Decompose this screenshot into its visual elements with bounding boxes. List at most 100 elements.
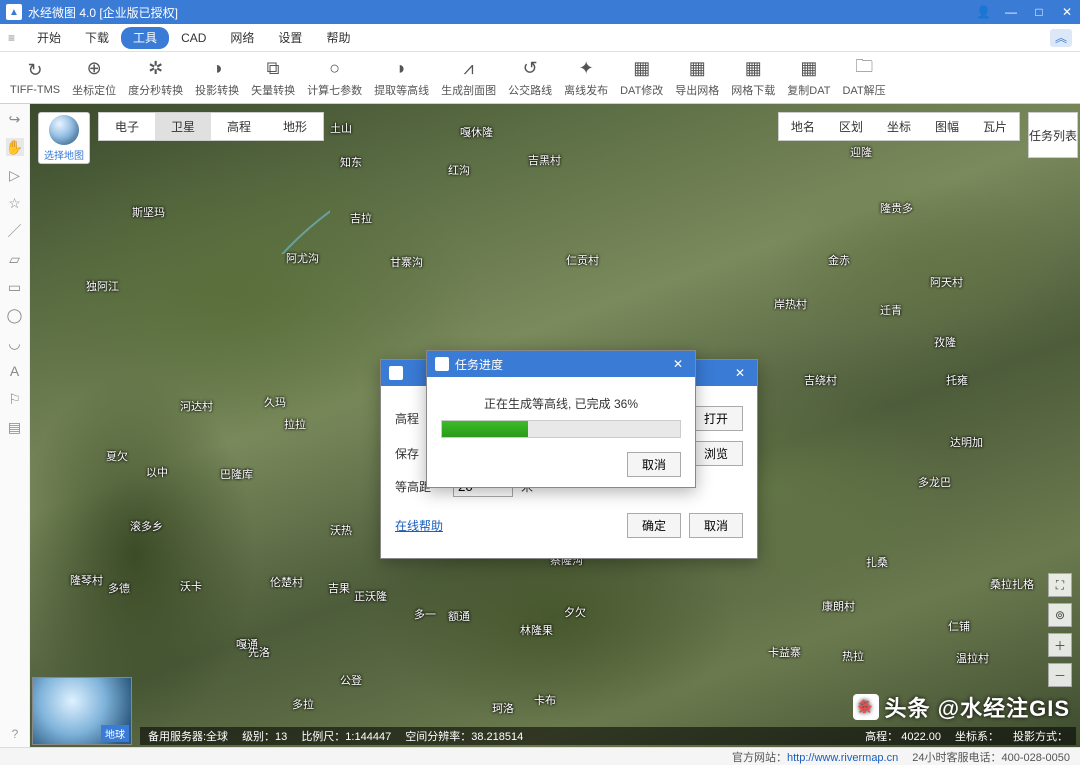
map-place-label: 嘎休隆 xyxy=(460,124,493,140)
map-canvas[interactable]: 土山嘎休隆知东红沟吉黑村迎隆斯坚玛吉拉隆贵多阿尤沟甘寨沟仁贡村金赤独阿江阿天村岸… xyxy=(30,104,1080,747)
ribbon-6[interactable]: ◗提取等高线 xyxy=(368,56,435,100)
tool-rect-icon[interactable]: ▭ xyxy=(6,278,24,296)
ribbon-label: 矢量转换 xyxy=(251,82,295,98)
ribbon-icon: ↻ xyxy=(28,60,43,82)
hamburger-icon[interactable]: ≡ xyxy=(8,31,15,45)
ribbon-4[interactable]: ⧉矢量转换 xyxy=(245,56,301,100)
tool-circle-icon[interactable]: ◯ xyxy=(6,306,24,324)
menu-item-6[interactable]: 帮助 xyxy=(314,27,362,49)
maximize-button[interactable]: □ xyxy=(1032,5,1046,19)
tool-arc-icon[interactable]: ◡ xyxy=(6,334,24,352)
status-elev: 高程： 4022.00 xyxy=(865,728,941,744)
info-tab-4[interactable]: 瓦片 xyxy=(971,113,1019,140)
info-tab-0[interactable]: 地名 xyxy=(779,113,827,140)
ribbon-7[interactable]: ⩘生成剖面图 xyxy=(435,56,502,100)
ribbon-12[interactable]: ▦网格下载 xyxy=(725,56,781,100)
menu-item-2[interactable]: 工具 xyxy=(121,27,169,49)
menu-item-3[interactable]: CAD xyxy=(169,27,218,49)
collapse-ribbon-icon[interactable]: ︽ xyxy=(1050,29,1072,47)
status-bar: 备用服务器:全球 级别：13 比例尺：1:144447 空间分辨率：38.218… xyxy=(140,727,1076,745)
site-link[interactable]: http://www.rivermap.cn xyxy=(787,752,898,764)
online-help-link[interactable]: 在线帮助 xyxy=(395,517,443,534)
map-place-label: 热拉 xyxy=(842,648,864,664)
minimize-button[interactable]: — xyxy=(1004,5,1018,19)
dialog-close-icon[interactable]: ✕ xyxy=(731,366,749,380)
ribbon-label: 生成剖面图 xyxy=(441,82,496,98)
dialog-close-icon[interactable]: ✕ xyxy=(669,357,687,371)
tool-layer-icon[interactable]: ▤ xyxy=(6,418,24,436)
ribbon-0[interactable]: ↻TIFF-TMS xyxy=(4,58,66,98)
map-place-label: 久玛 xyxy=(264,394,286,410)
ribbon-13[interactable]: ▦复制DAT xyxy=(781,56,836,100)
browse-button[interactable]: 浏览 xyxy=(689,441,743,466)
ribbon-3[interactable]: ◑投影转换 xyxy=(189,56,245,100)
map-place-label: 拉拉 xyxy=(284,416,306,432)
tool-pan-icon[interactable]: ✋ xyxy=(6,138,24,156)
fullscreen-button[interactable]: ⛶ xyxy=(1048,573,1072,597)
map-place-label: 卡布 xyxy=(534,692,556,708)
close-button[interactable]: ✕ xyxy=(1060,5,1074,19)
info-tab-2[interactable]: 坐标 xyxy=(875,113,923,140)
cancel-button[interactable]: 取消 xyxy=(627,452,681,477)
ribbon-label: 公交路线 xyxy=(508,82,552,98)
ribbon-2[interactable]: ✲度分秒转换 xyxy=(122,56,189,100)
map-place-label: 多一 xyxy=(414,606,436,622)
ribbon-label: 坐标定位 xyxy=(72,82,116,98)
tool-polygon-icon[interactable]: ▱ xyxy=(6,250,24,268)
ribbon-11[interactable]: ▦导出网格 xyxy=(669,56,725,100)
menu-item-5[interactable]: 设置 xyxy=(266,27,314,49)
menu-item-1[interactable]: 下载 xyxy=(73,27,121,49)
map-tab-2[interactable]: 高程 xyxy=(211,113,267,140)
status-extent: 空间分辨率：38.218514 xyxy=(405,728,523,744)
ribbon-label: 度分秒转换 xyxy=(128,82,183,98)
ribbon-9[interactable]: ✦离线发布 xyxy=(558,56,614,100)
tool-star-icon[interactable]: ☆ xyxy=(6,194,24,212)
dialog-title: 任务进度 xyxy=(455,356,503,373)
task-list-button[interactable]: 任务列表 xyxy=(1028,112,1078,158)
map-place-label: 珂洛 xyxy=(492,700,514,716)
progress-message: 正在生成等高线, 已完成 36% xyxy=(441,395,681,412)
tool-line-icon[interactable]: ／ xyxy=(6,222,24,240)
ribbon-5[interactable]: ○计算七参数 xyxy=(301,56,368,100)
help-icon[interactable]: ? xyxy=(6,725,24,743)
tool-pointer-icon[interactable]: ▷ xyxy=(6,166,24,184)
map-tab-0[interactable]: 电子 xyxy=(99,113,155,140)
ok-button[interactable]: 确定 xyxy=(627,513,681,538)
tool-mark-icon[interactable]: ⚐ xyxy=(6,390,24,408)
map-place-label: 康朗村 xyxy=(822,598,855,614)
menu-item-0[interactable]: 开始 xyxy=(25,27,73,49)
ribbon-1[interactable]: ⊕坐标定位 xyxy=(66,56,122,100)
titlebar: ▲ 水经微图 4.0 [企业版已授权] 👤 — □ ✕ xyxy=(0,0,1080,24)
map-place-label: 额通 xyxy=(448,608,470,624)
map-place-label: 夏欠 xyxy=(106,448,128,464)
ribbon-icon: ◗ xyxy=(396,58,407,80)
globe-panel[interactable]: 地球 xyxy=(32,677,132,745)
ribbon-icon: ▦ xyxy=(800,58,817,80)
zoom-out-button[interactable]: － xyxy=(1048,663,1072,687)
info-tab-1[interactable]: 区划 xyxy=(827,113,875,140)
map-place-label: 林隆果 xyxy=(520,622,553,638)
map-place-label: 托雍 xyxy=(946,372,968,388)
map-tab-1[interactable]: 卫星 xyxy=(155,113,211,140)
tool-text-icon[interactable]: A xyxy=(6,362,24,380)
ribbon-10[interactable]: ▦DAT修改 xyxy=(614,56,669,100)
ribbon-14[interactable]: 🗀DAT解压 xyxy=(836,56,891,100)
zoom-in-button[interactable]: ＋ xyxy=(1048,633,1072,657)
map-place-label: 达明加 xyxy=(950,434,983,450)
ribbon-icon: ↺ xyxy=(523,58,538,80)
menu-item-4[interactable]: 网络 xyxy=(218,27,266,49)
ribbon-label: DAT修改 xyxy=(620,82,663,98)
map-tab-3[interactable]: 地形 xyxy=(267,113,323,140)
map-place-label: 沃热 xyxy=(330,522,352,538)
tool-redo-icon[interactable]: ↪ xyxy=(6,110,24,128)
cancel-button[interactable]: 取消 xyxy=(689,513,743,538)
map-selector-button[interactable]: 选择地图 xyxy=(38,112,90,164)
user-icon[interactable]: 👤 xyxy=(976,5,990,19)
ribbon-8[interactable]: ↺ 公交路线 xyxy=(502,56,558,100)
map-place-label: 多拉 xyxy=(292,696,314,712)
map-place-label: 卡益寨 xyxy=(768,644,801,660)
locate-button[interactable]: ⊚ xyxy=(1048,603,1072,627)
open-button[interactable]: 打开 xyxy=(689,406,743,431)
info-tab-3[interactable]: 图幅 xyxy=(923,113,971,140)
dialog-titlebar[interactable]: 任务进度 ✕ xyxy=(427,351,695,377)
